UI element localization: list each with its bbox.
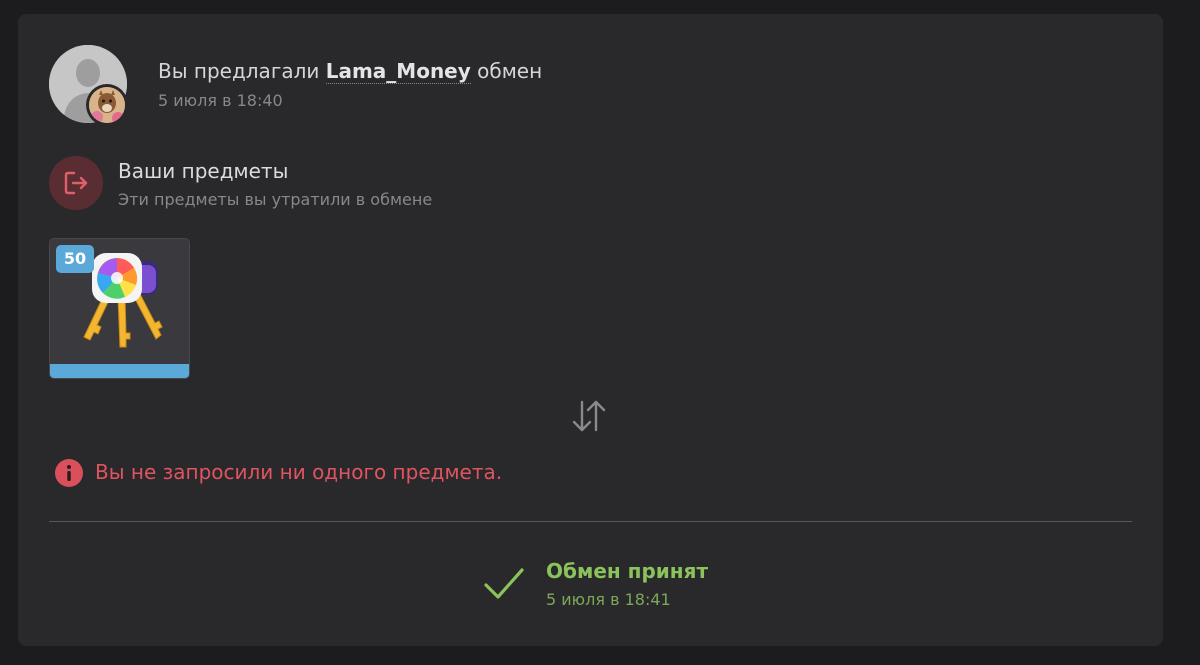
avatar-group — [49, 45, 131, 127]
offer-timestamp: 5 июля в 18:40 — [158, 91, 283, 110]
no-items-requested-warning: Вы не запросили ни одного предмета. — [95, 460, 503, 484]
check-icon — [484, 568, 524, 599]
your-items-title: Ваши предметы — [118, 159, 289, 183]
trade-status-timestamp: 5 июля в 18:41 — [546, 590, 671, 609]
item-rarity-bar — [50, 364, 189, 378]
llama-avatar-icon — [89, 87, 125, 123]
trade-card: Вы предлагали Lama_Money обмен 5 июля в … — [18, 14, 1163, 646]
offer-suffix: обмен — [477, 59, 543, 83]
divider — [49, 521, 1132, 522]
info-icon — [55, 459, 83, 487]
exit-icon — [64, 171, 88, 195]
items-given-badge — [49, 156, 103, 210]
offer-prefix: Вы предлагали — [158, 59, 320, 83]
item-tile[interactable]: 50 — [49, 238, 190, 379]
partner-username-link[interactable]: Lama_Money — [325, 59, 471, 84]
your-items-subtitle: Эти предметы вы утратили в обмене — [118, 190, 433, 209]
offer-title: Вы предлагали Lama_Money обмен — [158, 59, 543, 84]
item-quantity-badge: 50 — [56, 245, 94, 273]
swap-arrows-icon — [572, 400, 606, 432]
partner-avatar[interactable] — [86, 84, 128, 126]
trade-status-title: Обмен принят — [546, 559, 709, 583]
